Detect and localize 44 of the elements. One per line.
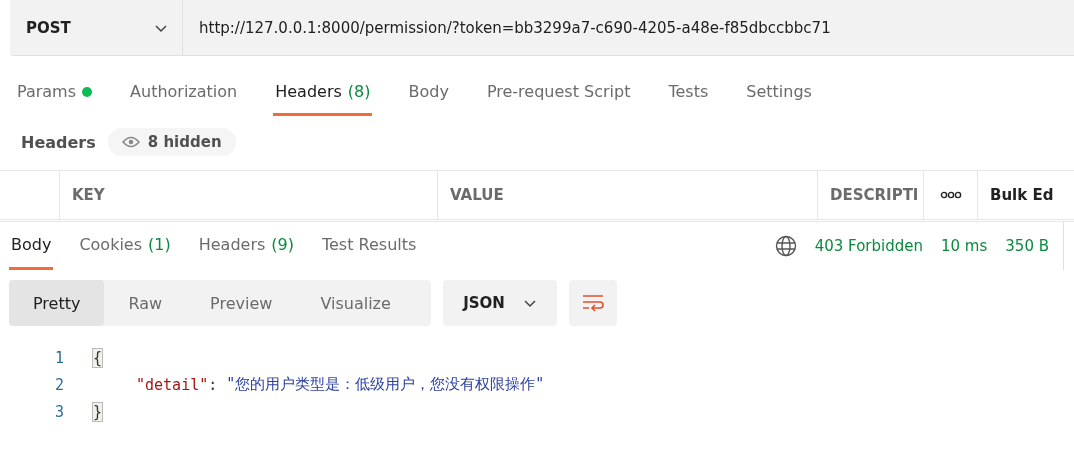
json-brace: { xyxy=(92,347,104,368)
more-icon[interactable] xyxy=(939,191,962,199)
status-code: 403 Forbidden xyxy=(814,237,923,255)
json-string: "您的用户类型是：低级用户，您没有权限操作" xyxy=(226,375,545,394)
column-header: KEY xyxy=(60,171,438,219)
column-header: DESCRIPTI xyxy=(818,171,924,219)
line-number: 2 xyxy=(53,375,65,394)
json-brace: } xyxy=(92,401,104,422)
view-mode-button[interactable]: Raw xyxy=(104,280,187,326)
column-header: VALUE xyxy=(438,171,818,219)
request-tab[interactable]: Headers (8) xyxy=(273,70,373,116)
request-tab[interactable]: Settings xyxy=(744,70,814,116)
view-mode-button[interactable]: Preview xyxy=(186,280,297,326)
response-tab[interactable]: Body xyxy=(9,222,54,270)
tab-count: (1) xyxy=(148,235,171,254)
format-select[interactable]: JSON xyxy=(443,280,557,326)
eye-icon xyxy=(121,136,140,148)
json-key: "detail" xyxy=(92,375,209,394)
wrap-icon xyxy=(581,294,605,312)
status-dot xyxy=(82,86,93,97)
response-time: 10 ms xyxy=(941,237,988,255)
url-field[interactable]: http://127.0.0.1:8000/permission/?token=bb3299a7-c690-4205-a48e-f85dbccbbc71 xyxy=(183,0,1074,56)
request-tab[interactable]: Tests xyxy=(666,70,711,116)
request-tab[interactable]: Params xyxy=(15,70,95,116)
response-tab[interactable]: Headers (9) xyxy=(196,222,296,270)
line-number: 3 xyxy=(53,402,65,421)
hidden-headers-toggle[interactable]: 8 hidden xyxy=(107,128,236,156)
globe-icon[interactable] xyxy=(774,235,797,257)
section-title: Headers xyxy=(21,132,96,152)
line-number: 1 xyxy=(53,348,65,367)
view-mode-button[interactable]: Pretty xyxy=(9,280,105,326)
response-tab[interactable]: Cookies (1) xyxy=(77,222,173,270)
response-tab[interactable]: Test Results xyxy=(319,222,419,270)
response-size: 350 B xyxy=(1005,237,1049,255)
wrap-lines-button[interactable] xyxy=(569,280,617,326)
json-punctuation: : xyxy=(208,375,219,394)
tab-count: (8) xyxy=(347,82,371,101)
bulk-edit-link[interactable]: Bulk Ed xyxy=(978,171,1054,219)
view-mode-button[interactable]: Visualize xyxy=(296,280,415,326)
method-select[interactable]: POST xyxy=(10,0,183,56)
request-tab[interactable]: Body xyxy=(406,70,451,116)
request-tab[interactable]: Authorization xyxy=(128,70,240,116)
tab-count: (9) xyxy=(271,235,294,254)
request-tab[interactable]: Pre-request Script xyxy=(484,70,633,116)
